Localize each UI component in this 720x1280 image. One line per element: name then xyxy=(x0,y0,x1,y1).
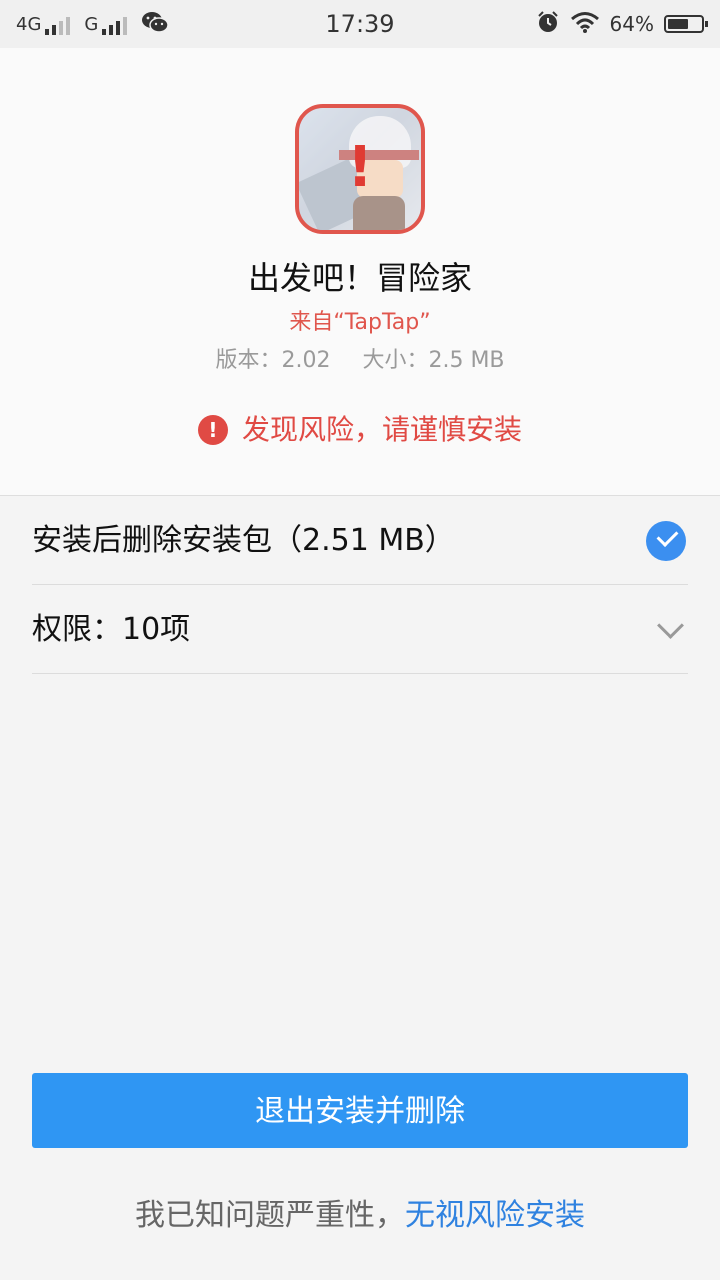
app-name: 出发吧！冒险家 xyxy=(247,259,472,297)
wifi-icon xyxy=(570,11,600,38)
app-source: 来自“TapTap” xyxy=(289,310,431,335)
alert-mark-icon: ! xyxy=(347,135,373,200)
chevron-down-icon[interactable] xyxy=(657,612,684,639)
permissions-option[interactable]: 权限：10项 xyxy=(32,586,688,674)
app-meta: 版本：2.02 大小：2.5 MB xyxy=(0,346,720,376)
permissions-label: 权限：10项 xyxy=(32,612,191,647)
battery-percent: 64% xyxy=(609,12,654,36)
app-version: 版本：2.02 xyxy=(215,348,331,373)
warning-icon: ! xyxy=(197,415,228,445)
delete-package-label: 安装后删除安装包（2.51 MB） xyxy=(32,523,455,558)
checkmark-icon[interactable] xyxy=(646,521,686,561)
risk-text: 发现风险，请谨慎安装 xyxy=(241,413,522,446)
status-bar: 4G G 17:39 64% xyxy=(0,0,720,48)
delete-package-option[interactable]: 安装后删除安装包（2.51 MB） xyxy=(32,497,688,585)
status-right: 64% xyxy=(536,0,708,48)
ignore-risk-row: 我已知问题严重性，无视风险安装 xyxy=(0,1194,720,1238)
ignore-risk-prefix: 我已知问题严重性， xyxy=(135,1198,405,1233)
divider xyxy=(0,495,720,496)
ignore-risk-install-link[interactable]: 无视风险安装 xyxy=(405,1198,585,1233)
battery-icon xyxy=(664,15,708,33)
risk-warning: ! 发现风险，请谨慎安装 xyxy=(0,410,720,450)
app-size: 大小：2.5 MB xyxy=(362,348,505,373)
app-icon: ! xyxy=(295,104,425,234)
exit-and-delete-button[interactable]: 退出安装并删除 xyxy=(32,1073,688,1148)
alarm-icon xyxy=(536,10,560,39)
battery-level xyxy=(668,19,688,29)
